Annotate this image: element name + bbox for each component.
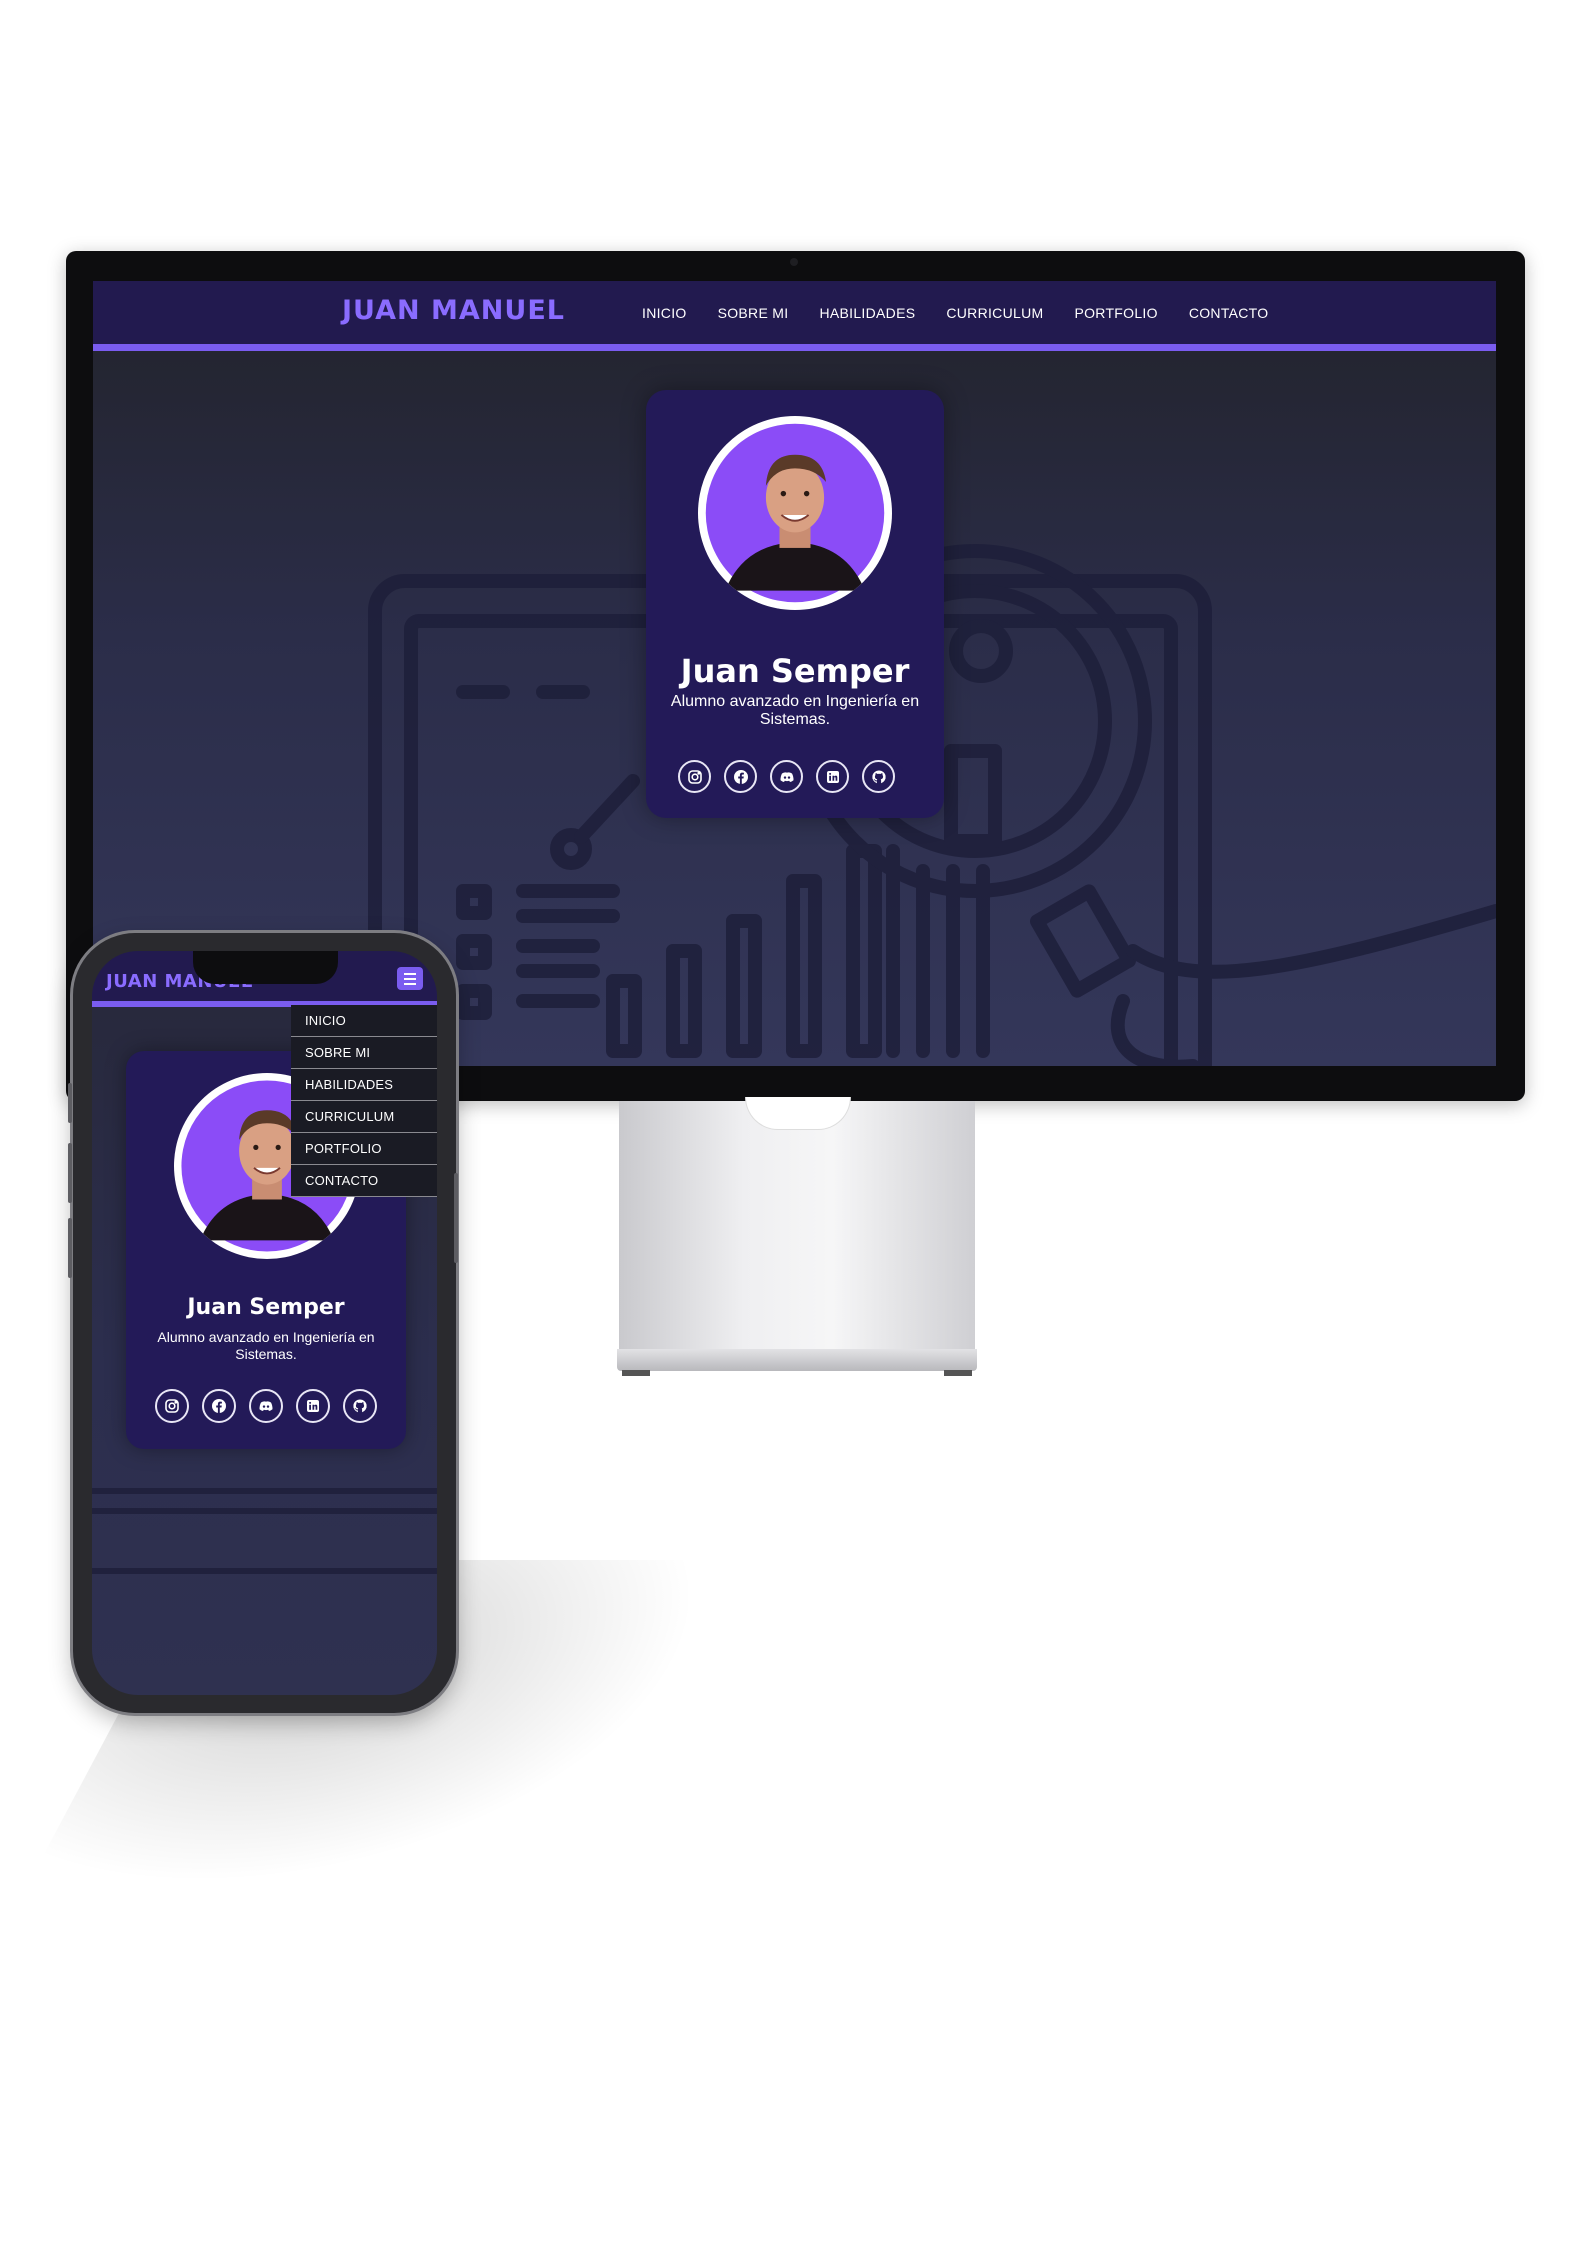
desktop-navbar: JUAN MANUEL INICIO SOBRE MI HABILIDADES … bbox=[93, 281, 1496, 351]
profile-name: Juan Semper bbox=[680, 652, 910, 690]
nav-item-inicio[interactable]: INICIO bbox=[642, 305, 687, 321]
stand-base-shadow bbox=[622, 1370, 972, 1376]
discord-icon[interactable] bbox=[770, 760, 803, 793]
nav-item-sobre-mi[interactable]: SOBRE MI bbox=[718, 305, 789, 321]
instagram-icon[interactable] bbox=[155, 1389, 189, 1423]
menu-item-portfolio[interactable]: PORTFOLIO bbox=[291, 1133, 437, 1165]
monitor-stand bbox=[619, 1101, 975, 1349]
discord-icon[interactable] bbox=[249, 1389, 283, 1423]
avatar bbox=[698, 416, 892, 610]
camera-dot bbox=[790, 258, 798, 266]
profile-subtitle: Alumno avanzado en Ingeniería en Sistema… bbox=[157, 1329, 375, 1362]
social-links bbox=[155, 1389, 377, 1423]
side-button bbox=[454, 1173, 458, 1263]
menu-item-habilidades[interactable]: HABILIDADES bbox=[291, 1069, 437, 1101]
github-icon[interactable] bbox=[862, 760, 895, 793]
social-links bbox=[678, 760, 895, 793]
side-button bbox=[68, 1218, 72, 1278]
github-icon[interactable] bbox=[343, 1389, 377, 1423]
side-button bbox=[68, 1143, 72, 1203]
linkedin-icon[interactable] bbox=[816, 760, 849, 793]
site-logo[interactable]: JUAN MANUEL bbox=[342, 295, 565, 326]
side-button bbox=[68, 1083, 72, 1123]
instagram-icon[interactable] bbox=[678, 760, 711, 793]
linkedin-icon[interactable] bbox=[296, 1389, 330, 1423]
monitor-stand-base bbox=[617, 1349, 977, 1371]
menu-item-sobre-mi[interactable]: SOBRE MI bbox=[291, 1037, 437, 1069]
background-illustration bbox=[92, 1488, 437, 1574]
profile-subtitle: Alumno avanzado en Ingeniería en Sistema… bbox=[670, 693, 920, 728]
nav-item-contacto[interactable]: CONTACTO bbox=[1189, 305, 1269, 321]
nav-item-portfolio[interactable]: PORTFOLIO bbox=[1074, 305, 1157, 321]
facebook-icon[interactable] bbox=[202, 1389, 236, 1423]
mobile-phone: JUAN MANUEL Juan Semper Alumno avanzado … bbox=[68, 933, 458, 1713]
profile-name: Juan Semper bbox=[187, 1295, 345, 1320]
nav-item-curriculum[interactable]: CURRICULUM bbox=[946, 305, 1043, 321]
menu-item-curriculum[interactable]: CURRICULUM bbox=[291, 1101, 437, 1133]
hamburger-icon[interactable] bbox=[397, 967, 423, 990]
menu-item-inicio[interactable]: INICIO bbox=[291, 1005, 437, 1037]
desktop-nav-menu: INICIO SOBRE MI HABILIDADES CURRICULUM P… bbox=[642, 305, 1268, 321]
stand-cutout bbox=[745, 1097, 851, 1130]
profile-card: Juan Semper Alumno avanzado en Ingenierí… bbox=[646, 390, 944, 818]
menu-item-contacto[interactable]: CONTACTO bbox=[291, 1165, 437, 1197]
mobile-screen: JUAN MANUEL Juan Semper Alumno avanzado … bbox=[92, 951, 437, 1695]
phone-notch bbox=[193, 951, 338, 984]
nav-item-habilidades[interactable]: HABILIDADES bbox=[819, 305, 915, 321]
facebook-icon[interactable] bbox=[724, 760, 757, 793]
mobile-dropdown-menu: INICIO SOBRE MI HABILIDADES CURRICULUM P… bbox=[291, 1005, 437, 1197]
